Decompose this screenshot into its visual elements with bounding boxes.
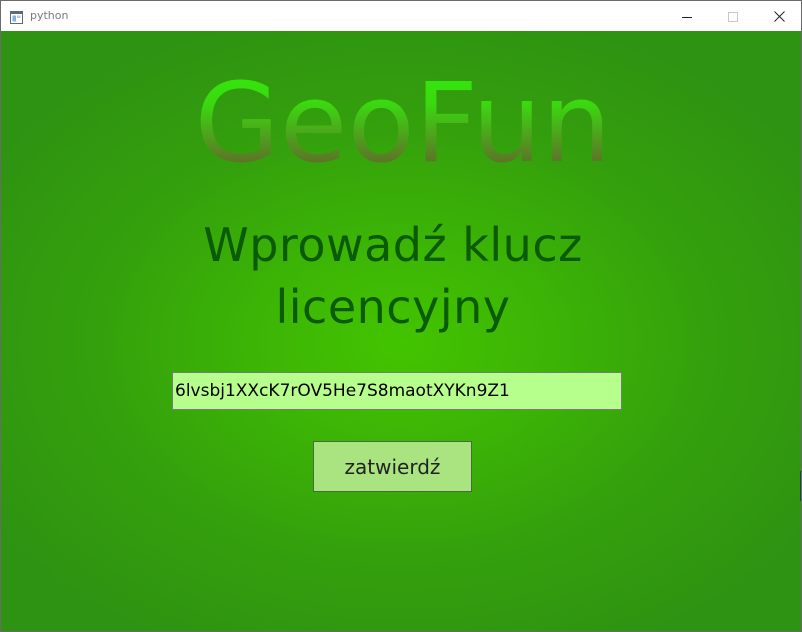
main-panel: GeoFun Wprowadź klucz licencyjny zatwier… <box>1 31 801 631</box>
title-bar[interactable]: python <box>1 1 801 31</box>
window-app-icon <box>10 9 23 24</box>
app-window: python GeoFun Wprowadź klucz licencyjny … <box>0 0 802 632</box>
edge-strip <box>800 471 801 501</box>
heading-line-1: Wprowadź klucz <box>203 218 583 272</box>
license-prompt-heading: Wprowadź klucz licencyjny <box>101 214 685 338</box>
submit-button[interactable]: zatwierdź <box>313 441 472 492</box>
minimize-icon <box>682 7 692 26</box>
maximize-icon <box>728 7 738 26</box>
app-logo-text: GeoFun <box>195 65 612 165</box>
license-key-input[interactable] <box>172 372 622 410</box>
heading-line-2: licencyjny <box>275 280 511 334</box>
close-icon <box>773 7 785 26</box>
maximize-button[interactable] <box>710 1 756 31</box>
minimize-button[interactable] <box>664 1 710 31</box>
close-button[interactable] <box>756 1 801 31</box>
window-title: python <box>30 9 69 22</box>
app-logo: GeoFun <box>195 65 612 165</box>
